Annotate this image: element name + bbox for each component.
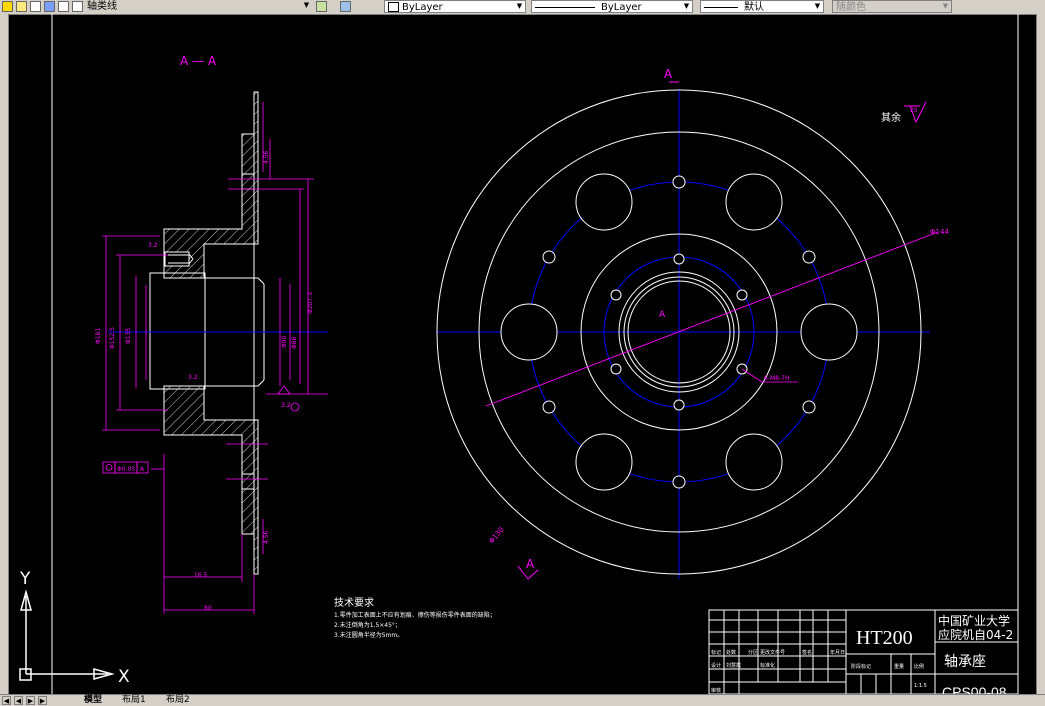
tol-value: Φ0.03: [117, 466, 135, 473]
freeze-icon[interactable]: [16, 1, 27, 12]
note-line-3: 3.未注圆角半径为5mm。: [334, 631, 403, 639]
layer-on-icon[interactable]: [2, 1, 13, 12]
view-label-top: A: [664, 67, 673, 81]
plotstyle-dropdown[interactable]: 随颜色 ▼: [832, 0, 952, 13]
dim-80: 80: [204, 605, 212, 612]
svg-text:Φ135: Φ135: [125, 328, 132, 344]
svg-text:Φ207.3: Φ207.3: [307, 292, 314, 314]
svg-text:Φ90: Φ90: [281, 335, 288, 348]
tab-model[interactable]: 模型: [84, 695, 102, 706]
dim-32b: 3.2: [188, 374, 198, 381]
dim-32a: 3.2: [148, 242, 158, 249]
layer-manager-icon[interactable]: [340, 1, 351, 12]
chevron-down-icon: ▼: [683, 2, 690, 10]
dim-holes: 6-M8-7H: [764, 375, 789, 382]
h-mark: 标记: [711, 649, 721, 656]
prev-tab-icon[interactable]: ◀: [14, 696, 23, 705]
make-current-icon[interactable]: [316, 1, 327, 12]
layer-square-icon[interactable]: [72, 1, 83, 12]
technical-notes: 技术要求 1.零件加工表面上不应有划痕、擦伤等损伤零件表面的缺陷； 2.未注倒角…: [334, 596, 496, 639]
tolerance-frame: Φ0.03 A: [102, 461, 149, 474]
dim-32c: 3.2: [281, 402, 291, 409]
tol-ref: A: [140, 466, 145, 473]
note-line-2: 2.未注倒角为1.5×45°；: [334, 621, 401, 629]
svg-text:Φ152.5: Φ152.5: [109, 327, 116, 349]
linetype-preview: [535, 6, 595, 8]
svg-text:4.56: 4.56: [263, 530, 270, 544]
view-label-bottom: A: [526, 557, 535, 571]
section-label: A — A: [180, 54, 217, 68]
ucs-x: X: [118, 667, 130, 687]
lineweight-value: 默认: [744, 2, 764, 13]
r-check: 审核: [711, 687, 721, 694]
designer: 刘慧霞: [726, 662, 741, 669]
h-count: 处数: [726, 649, 736, 656]
lineweight-dropdown[interactable]: 默认 ▼: [700, 0, 824, 13]
datum-circle: [290, 402, 300, 412]
layout-tab-bar: ◀ ◀ ▶ ▶ 模型 布局1 布局2: [0, 694, 1045, 706]
ucs-y: Y: [19, 569, 31, 589]
school-line-1: 中国矿业大学: [938, 613, 1010, 628]
plotstyle-value: 随颜色: [836, 2, 866, 13]
color-swatch-icon: [388, 2, 399, 12]
svg-text:Φ181: Φ181: [95, 328, 102, 344]
chevron-down-icon: ▼: [516, 2, 523, 10]
color-value: ByLayer: [402, 2, 443, 13]
drawing-no: CPS00-08: [942, 684, 1007, 694]
note-line-1: 1.零件加工表面上不应有划痕、擦伤等损伤零件表面的缺陷；: [334, 611, 496, 619]
section-dimensions: [102, 102, 328, 614]
dim-165: 16.5: [194, 572, 208, 579]
color-dropdown[interactable]: ByLayer ▼: [384, 0, 526, 13]
dim-d144: Φ144: [930, 228, 949, 236]
next-tab-icon[interactable]: ▶: [26, 696, 35, 705]
standard: 标准化: [760, 662, 775, 669]
material: HT200: [856, 627, 913, 649]
lock-icon[interactable]: [30, 1, 41, 12]
part-name: 轴承座: [944, 654, 986, 670]
h-date: 年月日: [830, 649, 845, 656]
h-sign: 签名: [802, 649, 812, 656]
linetype-dropdown[interactable]: ByLayer ▼: [531, 0, 693, 13]
h-zone: 分区: [748, 649, 758, 656]
ucs-icon: Y X: [19, 569, 130, 687]
first-tab-icon[interactable]: ◀: [2, 696, 11, 705]
dim-d130: Φ130: [487, 526, 505, 546]
svg-text:Φ88: Φ88: [291, 336, 298, 349]
notes-title: 技术要求: [334, 596, 374, 609]
datum-triangle: [277, 385, 291, 395]
center-label: A: [659, 310, 666, 320]
title-block: 标记 处数 分区 更改文件号 签名 年月日 设计 刘慧霞 标准化 审核 阶段标记…: [708, 609, 1019, 694]
section-view: A — A Φ181 Φ152.5 Φ135 Φ90 Φ88 Φ207.3 4.…: [95, 54, 328, 614]
chevron-down-icon: ▼: [814, 2, 821, 10]
color-icon[interactable]: [44, 1, 55, 12]
layer-dropdown[interactable]: 轴类线 ▼: [84, 0, 312, 13]
scale-val: 1:1.5: [914, 683, 927, 689]
tab-layout2[interactable]: 布局2: [166, 695, 190, 706]
last-tab-icon[interactable]: ▶: [38, 696, 47, 705]
surface-note: 其余: [881, 111, 901, 124]
tab-layout1[interactable]: 布局1: [122, 695, 146, 706]
svg-text:4.56: 4.56: [263, 150, 270, 164]
linetype-value: ByLayer: [601, 2, 642, 13]
h-docno: 更改文件号: [760, 649, 785, 656]
h-scale: 比例: [914, 663, 924, 670]
school-line-2: 应院机自04-2: [938, 627, 1013, 642]
plot-icon[interactable]: [58, 1, 69, 12]
vertical-scrollbar[interactable]: [1036, 14, 1045, 694]
drawing-canvas[interactable]: A — A Φ181 Φ152.5 Φ135 Φ90 Φ88 Φ207.3 4.…: [8, 14, 1036, 694]
lineweight-preview: [704, 6, 738, 8]
layer-name: 轴类线: [87, 1, 117, 12]
r-design: 设计: [711, 662, 721, 669]
chevron-down-icon: ▼: [942, 2, 949, 10]
properties-toolbar: 轴类线 ▼ ByLayer ▼ ByLayer ▼ 默认 ▼ 随颜色 ▼: [0, 0, 1045, 15]
front-view: Φ144 Φ130 6-M8-7H A A A 其余 25: [436, 67, 949, 580]
h-weight: 重量: [894, 663, 904, 670]
h-stage: 阶段标记: [851, 663, 871, 670]
surface-value: 25: [910, 107, 918, 114]
chevron-down-icon: ▼: [303, 1, 310, 9]
